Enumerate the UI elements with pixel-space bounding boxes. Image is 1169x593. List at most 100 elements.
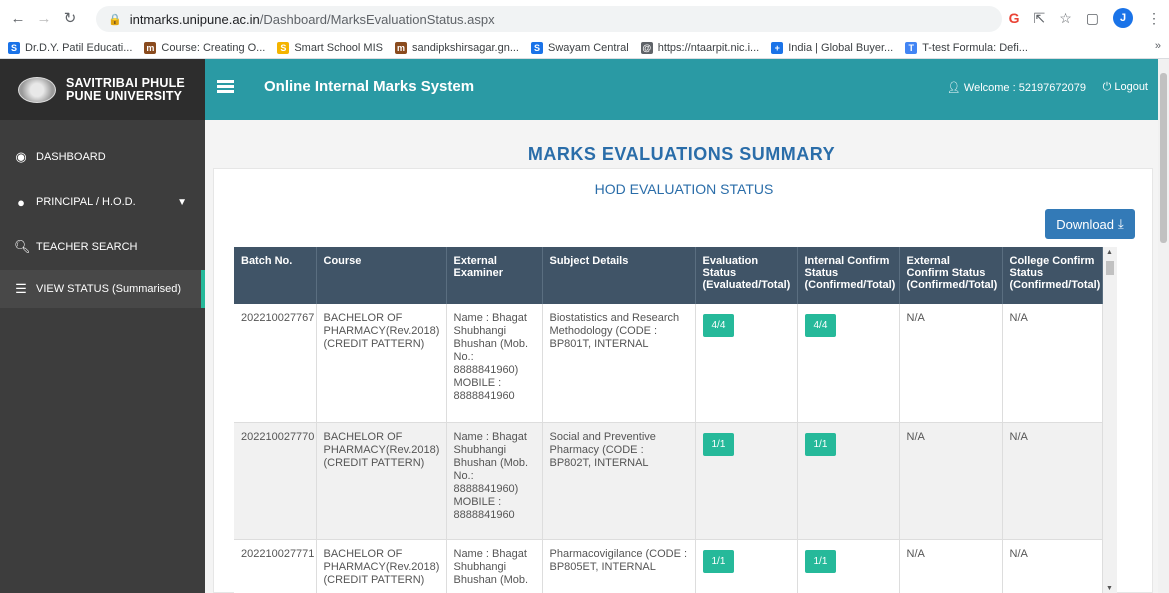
col-header-internal-confirm[interactable]: Internal Confirm Status (Confirmed/Total… [797,247,900,304]
internal-confirm-cell: 1/1 [797,422,900,540]
eval-status-badge[interactable]: 1/1 [702,432,735,456]
bookmark-favicon-icon: m [144,41,157,54]
col-header-batch[interactable]: Batch No. [234,247,317,304]
lock-icon: 🔒 [108,13,122,26]
bookmark-item[interactable]: S Smart School MIS [277,41,383,54]
sidebar-item-view-status[interactable]: ☰ VIEW STATUS (Summarised) [0,270,205,308]
hamburger-menu-icon[interactable] [217,80,234,93]
college-confirm-cell: N/A [1002,304,1103,423]
examiner-cell: Name : Bhagat Shubhangi Bhushan (Mob. [446,539,543,593]
google-icon[interactable]: G [1009,10,1020,26]
page-scrollbar[interactable] [1158,59,1169,593]
col-header-examiner[interactable]: External Examiner [446,247,543,304]
list-icon: ☰ [15,281,27,296]
col-header-external-confirm[interactable]: External Confirm Status (Confirmed/Total… [899,247,1003,304]
eval-status-badge[interactable]: 4/4 [702,314,735,337]
welcome-user: 👤︎ Welcome : 52197672079 [947,81,1086,94]
power-icon: ⏻ [1102,81,1112,93]
col-header-subject[interactable]: Subject Details [542,247,696,304]
sidebar-item-dashboard[interactable]: ◉ DASHBOARD [0,135,205,179]
user-icon: ● [17,194,25,210]
brand-line1: SAVITRIBAI PHULE [66,75,185,90]
bookmark-item[interactable]: m Course: Creating O... [144,41,266,54]
subject-cell: Pharmacovigilance (CODE : BP805ET, INTER… [542,539,696,593]
bookmark-favicon-icon: T [905,41,918,54]
back-arrow-icon[interactable]: ← [8,8,28,28]
bookmark-label: India | Global Buyer... [788,41,894,54]
welcome-text: Welcome : 52197672079 [963,82,1086,94]
course-cell: BACHELOR OF PHARMACY(Rev.2018) (CREDIT P… [316,422,447,540]
bookmark-favicon-icon: S [277,41,290,54]
search-icon: 🔍︎ [14,239,31,254]
page-scrollbar-thumb[interactable] [1160,73,1167,243]
download-label: Download [1056,216,1115,232]
download-button[interactable]: Download ⤓ [1045,209,1135,239]
internal-confirm-cell: 1/1 [797,539,900,593]
logout-link[interactable]: ⏻ Logout [1103,81,1148,94]
external-confirm-cell: N/A [899,422,1003,540]
sidebar-item-label: VIEW STATUS (Summarised) [36,283,182,295]
dashboard-icon: ◉ [15,149,27,164]
brand[interactable]: SAVITRIBAI PHULE PUNE UNIVERSITY [0,59,205,120]
bookmarks-overflow-icon[interactable]: » [1155,40,1161,52]
subject-cell: Biostatistics and Research Methodology (… [542,304,696,423]
batch-cell: 202210027771 [234,539,317,593]
sidebar-item-principal-hod[interactable]: ● PRINCIPAL / H.O.D. ▼ [0,180,205,224]
bookmark-item[interactable]: T T-test Formula: Defi... [905,41,1028,54]
bookmark-label: Smart School MIS [294,41,383,54]
college-confirm-cell: N/A [1002,539,1103,593]
internal-confirm-badge[interactable]: 4/4 [804,314,837,337]
external-confirm-cell: N/A [899,539,1003,593]
bookmark-favicon-icon: @ [640,41,653,54]
app-header: Online Internal Marks System 👤︎ Welcome … [205,59,1158,120]
table-row: 202210027771 BACHELOR OF PHARMACY(Rev.20… [234,539,1103,593]
sidepanel-icon[interactable]: ▢ [1086,10,1099,27]
bookmark-favicon-icon: S [531,41,543,54]
scroll-up-arrow-icon[interactable]: ▲ [1106,249,1113,256]
logout-label: Logout [1114,81,1148,93]
reload-icon[interactable]: ↻ [60,8,80,28]
evaluation-table: Batch No. Course External Examiner Subje… [234,247,1103,593]
share-icon[interactable]: ⇱ [1033,10,1045,27]
batch-cell: 202210027767 [234,304,317,423]
status-card: HOD EVALUATION STATUS Download ⤓ Batch N… [213,168,1153,593]
sidebar: SAVITRIBAI PHULE PUNE UNIVERSITY ◉ DASHB… [0,59,205,593]
batch-cell: 202210027770 [234,422,317,540]
table-row: 202210027770 BACHELOR OF PHARMACY(Rev.20… [234,422,1103,540]
bookmark-favicon-icon: + [771,41,784,54]
external-confirm-cell: N/A [899,304,1003,423]
sidebar-item-teacher-search[interactable]: 🔍︎ TEACHER SEARCH [0,225,205,269]
star-icon[interactable]: ☆ [1059,10,1072,27]
card-title: HOD EVALUATION STATUS [594,181,774,197]
download-icon: ⤓ [1118,216,1124,231]
menu-dots-icon[interactable]: ⋮ [1147,10,1161,27]
sidebar-item-label: PRINCIPAL / H.O.D. [36,196,136,208]
col-header-eval-status[interactable]: Evaluation Status (Evaluated/Total) [695,247,798,304]
eval-status-cell: 1/1 [695,422,798,540]
app-title: Online Internal Marks System [264,78,475,95]
internal-confirm-badge[interactable]: 1/1 [804,432,837,456]
bookmark-label: Dr.D.Y. Patil Educati... [25,41,133,54]
internal-confirm-badge[interactable]: 1/1 [804,549,837,573]
bookmark-item[interactable]: + India | Global Buyer... [771,41,894,54]
bookmark-item[interactable]: S Swayam Central [531,41,629,54]
table-scrollbar[interactable]: ▲ ▼ [1103,247,1117,593]
forward-arrow-icon[interactable]: → [34,8,54,28]
bookmark-item[interactable]: m sandipkshirsagar.gn... [394,41,519,54]
profile-avatar[interactable]: J [1113,8,1133,28]
bookmark-label: Course: Creating O... [161,41,266,54]
url-path: /Dashboard/MarksEvaluationStatus.aspx [259,11,495,27]
bookmark-item[interactable]: S Dr.D.Y. Patil Educati... [8,41,133,54]
college-confirm-cell: N/A [1002,422,1103,540]
sidebar-item-label: DASHBOARD [36,151,106,163]
bookmark-item[interactable]: @ https://ntaarpit.nic.i... [640,41,760,54]
eval-status-cell: 4/4 [695,304,798,423]
scroll-down-arrow-icon[interactable]: ▼ [1106,585,1113,592]
col-header-college-confirm[interactable]: College Confirm Status (Confirmed/Total) [1002,247,1103,304]
eval-status-badge[interactable]: 1/1 [702,549,735,573]
examiner-cell: Name : Bhagat Shubhangi Bhushan (Mob. No… [446,304,543,423]
address-bar[interactable]: 🔒 intmarks.unipune.ac.in/Dashboard/Marks… [96,6,1002,32]
col-header-course[interactable]: Course [316,247,447,304]
bookmark-label: https://ntaarpit.nic.i... [657,41,760,54]
table-scrollbar-thumb[interactable] [1106,261,1114,275]
